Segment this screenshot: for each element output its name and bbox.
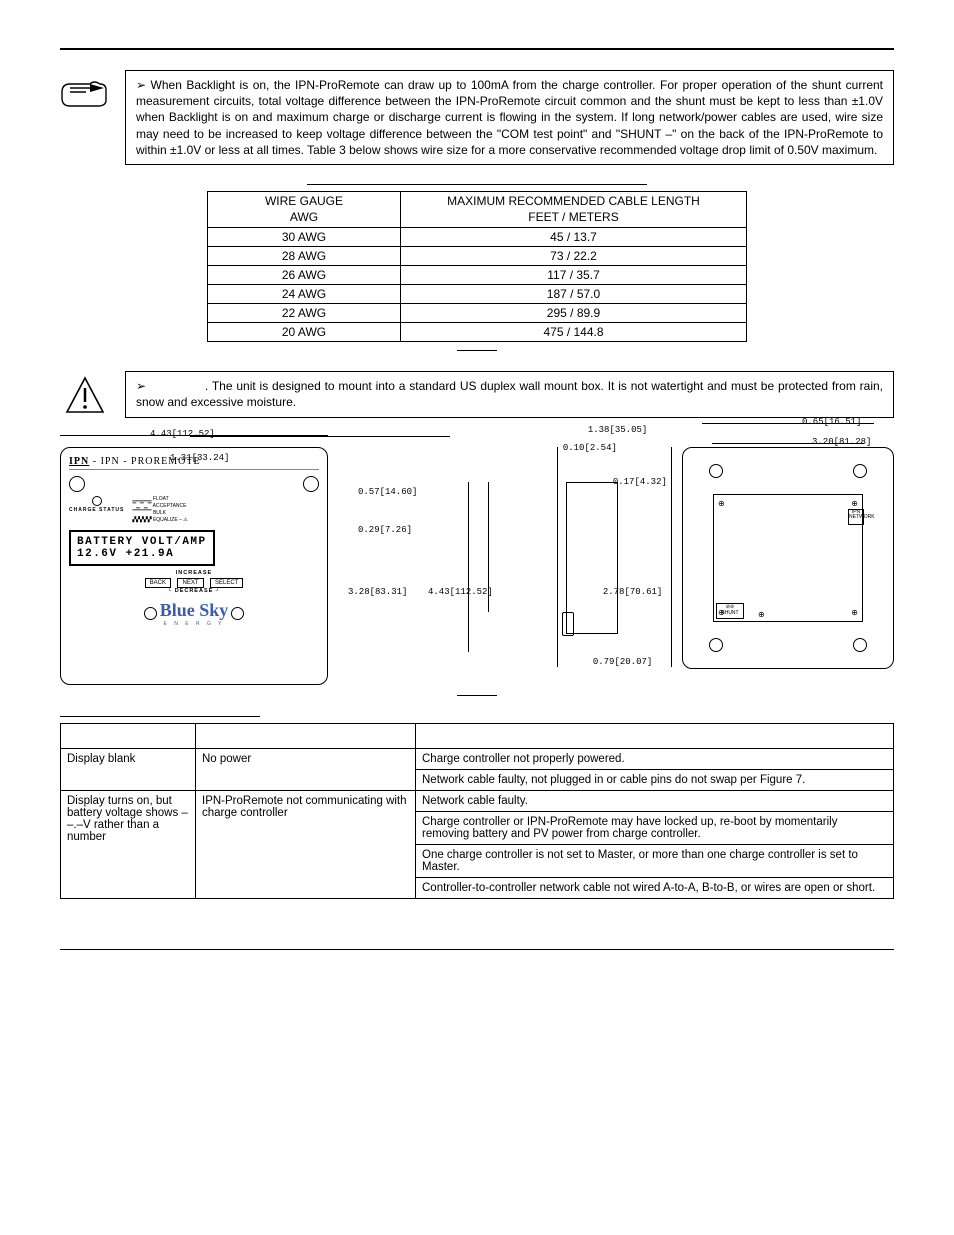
next-button[interactable]: NEXT bbox=[177, 578, 203, 588]
table-cell: 26 AWG bbox=[208, 266, 401, 285]
correction-cell: Charge controller not properly powered. … bbox=[416, 748, 894, 790]
lcd-display: BATTERY VOLT/AMP 12.6V +21.9A bbox=[69, 530, 215, 566]
mid-dimension-panel: 0.57[14.60] 0.29[7.26] 3.28[83.31] 4.43[… bbox=[338, 447, 547, 667]
figure-title-rule bbox=[190, 436, 450, 437]
symptom-cell: Display blank bbox=[61, 748, 196, 790]
note-mounting: . The unit is designed to mount into a s… bbox=[60, 371, 894, 417]
table-cell: 295 / 89.9 bbox=[401, 304, 747, 323]
table-cell: 45 / 13.7 bbox=[401, 228, 747, 247]
lcd-line2: 12.6V +21.9A bbox=[77, 548, 207, 560]
correction-item: Network cable faulty. bbox=[416, 791, 893, 812]
dim-label: 4.43[112.52] bbox=[150, 429, 215, 439]
dim-label: 0.17[4.32] bbox=[613, 477, 667, 487]
lcd-line1: BATTERY VOLT/AMP bbox=[77, 536, 207, 548]
correction-item: Charge controller not properly powered. bbox=[416, 749, 893, 770]
table3-h1-l1: WIRE GAUGE bbox=[265, 194, 343, 208]
mode-bulk: BULK bbox=[153, 510, 166, 516]
top-rule bbox=[60, 48, 894, 50]
btn-decrease-label: DECREASE bbox=[175, 588, 214, 594]
front-panel: IPN - IPN - PROREMOTE CHARGE STATUS ▁▁▁▁… bbox=[60, 447, 328, 685]
cause-cell: No power bbox=[196, 748, 416, 790]
troubleshooting-title-rule bbox=[60, 716, 260, 717]
correction-item: Controller-to-controller network cable n… bbox=[416, 878, 893, 898]
caution-icon bbox=[60, 371, 110, 417]
dim-label: 1.38[35.05] bbox=[588, 425, 647, 435]
footer-rule bbox=[60, 949, 894, 950]
dim-label: 0.79[20.07] bbox=[593, 657, 652, 667]
dim-label: 0.57[14.60] bbox=[358, 487, 417, 497]
mode-float: FLOAT bbox=[153, 496, 169, 502]
charge-status-label: CHARGE STATUS bbox=[69, 508, 124, 513]
correction-item: One charge controller is not set to Mast… bbox=[416, 845, 893, 878]
dim-label: 4.43[112.52] bbox=[428, 587, 493, 597]
bluesky-logo: Blue Sky bbox=[160, 600, 229, 620]
ipn-network-port: IPN NETWORK bbox=[848, 509, 864, 525]
note-backlight: When Backlight is on, the IPN-ProRemote … bbox=[60, 70, 894, 165]
wire-gauge-table: WIRE GAUGE AWG MAXIMUM RECOMMENDED CABLE… bbox=[207, 191, 747, 342]
bluesky-logo-sub: E N E R G Y bbox=[69, 621, 319, 627]
table3-h2-l2: FEET / METERS bbox=[528, 210, 618, 224]
select-button[interactable]: SELECT bbox=[210, 578, 243, 588]
table-cell: 22 AWG bbox=[208, 304, 401, 323]
note-backlight-text: When Backlight is on, the IPN-ProRemote … bbox=[136, 78, 883, 157]
table-row: Display blank No power Charge controller… bbox=[61, 748, 894, 790]
troubleshooting-table: Display blank No power Charge controller… bbox=[60, 723, 894, 899]
table-row: Display turns on, but battery voltage sh… bbox=[61, 790, 894, 898]
table-cell: 28 AWG bbox=[208, 247, 401, 266]
pointing-hand-icon bbox=[60, 70, 110, 110]
product-title: IPN - PROREMOTE bbox=[101, 456, 201, 467]
table-cell: 475 / 144.8 bbox=[401, 323, 747, 342]
note-mounting-text: . The unit is designed to mount into a s… bbox=[136, 379, 883, 409]
correction-item: Charge controller or IPN-ProRemote may h… bbox=[416, 812, 893, 845]
back-panel: ⊕ ⊕ ⊕ ⊕ IPN NETWORK ⊕ ⊘⊘SHUNT bbox=[682, 447, 894, 669]
table3-caption-rule bbox=[457, 350, 497, 351]
table3-h1-l2: AWG bbox=[290, 210, 318, 224]
side-view-panel: 1.38[35.05] 0.10[2.54] 0.17[4.32] 2.78[7… bbox=[557, 447, 672, 667]
back-button[interactable]: BACK bbox=[145, 578, 171, 588]
figure-mechanical: 4.43[112.52] 1.31[33.24] IPN - IPN - PRO… bbox=[60, 447, 894, 685]
table3-title-rule bbox=[307, 183, 647, 185]
table-cell: 73 / 22.2 bbox=[401, 247, 747, 266]
shunt-label: SHUNT bbox=[721, 610, 738, 616]
dim-label: 3.20[81.28] bbox=[812, 437, 871, 447]
table-cell: 20 AWG bbox=[208, 323, 401, 342]
correction-item: Network cable faulty, not plugged in or … bbox=[416, 770, 893, 790]
dim-label: 3.28[83.31] bbox=[348, 587, 407, 597]
dim-label: 0.29[7.26] bbox=[358, 525, 412, 535]
table-cell: 30 AWG bbox=[208, 228, 401, 247]
mode-acceptance: ACCEPTANCE bbox=[153, 503, 187, 509]
table-cell: 187 / 57.0 bbox=[401, 285, 747, 304]
dim-label: 0.10[2.54] bbox=[563, 443, 617, 453]
dim-label: 0.65[16.51] bbox=[802, 417, 861, 427]
correction-cell: Network cable faulty. Charge controller … bbox=[416, 790, 894, 898]
symptom-cell: Display turns on, but battery voltage sh… bbox=[61, 790, 196, 898]
cause-cell: IPN-ProRemote not communicating with cha… bbox=[196, 790, 416, 898]
table-cell: 117 / 35.7 bbox=[401, 266, 747, 285]
table3-h2-l1: MAXIMUM RECOMMENDED CABLE LENGTH bbox=[447, 194, 700, 208]
table-cell: 24 AWG bbox=[208, 285, 401, 304]
mode-equalize: EQUALIZE bbox=[153, 517, 178, 523]
figure-caption-rule bbox=[457, 695, 497, 696]
